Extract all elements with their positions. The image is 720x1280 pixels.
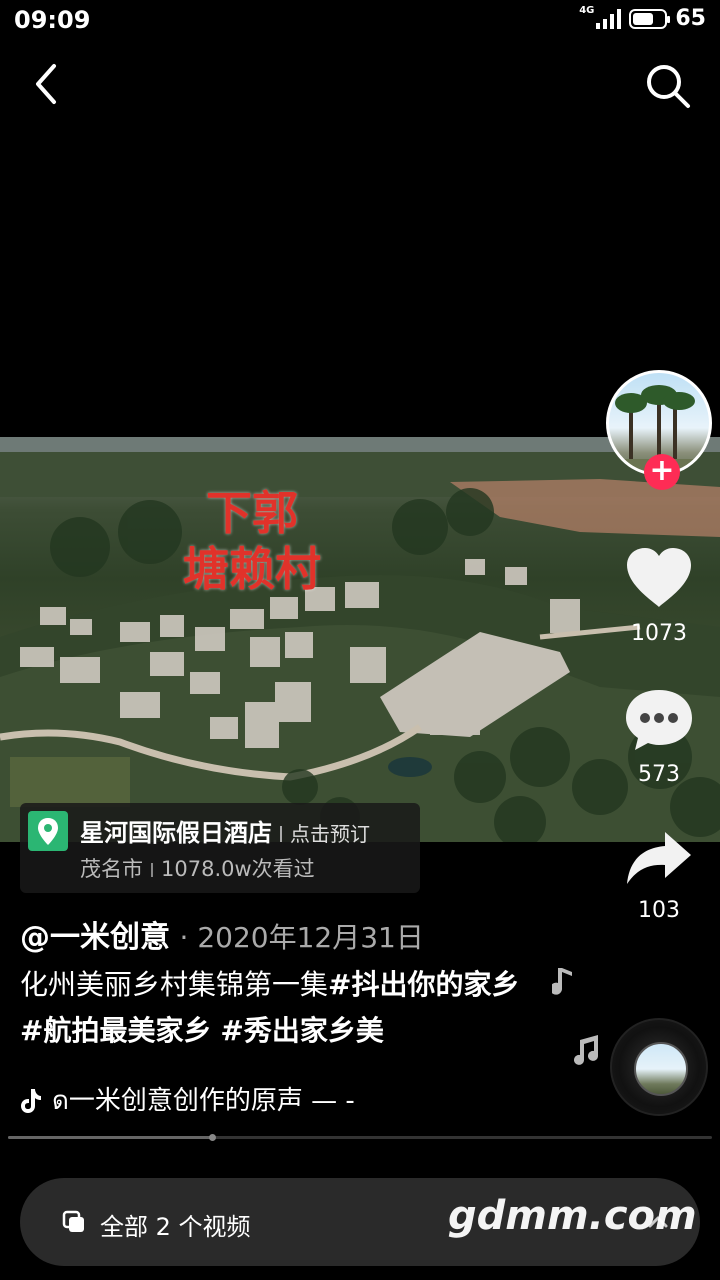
location-name: 星河国际假日酒店 — [80, 819, 272, 847]
collection-icon — [62, 1210, 84, 1232]
book-link[interactable]: 点击预订 — [290, 822, 370, 846]
author-name[interactable]: @一米创意 — [20, 920, 170, 955]
collection-label: 全部 2 个视频 — [100, 1213, 251, 1241]
status-time: 09:09 — [14, 6, 91, 34]
comment-icon — [626, 690, 692, 750]
overlay-title-line1: 下郭 — [206, 486, 298, 540]
heart-icon — [627, 548, 691, 607]
search-button[interactable] — [644, 62, 692, 110]
post-description: 化州美丽乡村集锦第一集#抖出你的家乡 #航拍最美家乡 #秀出家乡美 — [20, 962, 540, 1054]
comment-button[interactable]: 573 — [609, 686, 709, 787]
location-chip[interactable]: 星河国际假日酒店 点击预订 茂名市 1078.0w次看过 — [20, 803, 420, 893]
divider — [280, 826, 282, 842]
watermark: gdmm.com — [448, 1193, 697, 1239]
battery-icon — [629, 8, 671, 29]
overlay-title-line2: 塘赖村 — [183, 542, 321, 596]
signal-icon — [596, 8, 622, 29]
follow-button[interactable]: + — [644, 454, 680, 490]
music-disc[interactable] — [610, 1018, 708, 1116]
like-button[interactable]: 1073 — [609, 545, 709, 646]
description-text: 化州美丽乡村集锦第一集 — [20, 968, 329, 1001]
share-count: 103 — [638, 898, 680, 923]
share-button[interactable]: 103 — [609, 828, 709, 923]
back-button[interactable] — [24, 62, 68, 106]
hashtag-link[interactable]: #秀出家乡美 — [220, 1014, 383, 1047]
playback-progress[interactable] — [8, 1134, 712, 1141]
location-city: 茂名市 — [80, 857, 143, 881]
music-title: ด一米创意创作的原声 — - — [52, 1086, 355, 1116]
network-label: 4G — [579, 5, 595, 16]
search-icon — [647, 65, 690, 108]
battery-fill — [633, 12, 653, 25]
video-overlay-title: 下郭 塘赖村 — [172, 485, 332, 597]
tiktok-note-icon — [21, 1088, 41, 1113]
chevron-left-icon — [36, 64, 56, 104]
like-count: 1073 — [631, 621, 687, 646]
location-pin-icon — [28, 811, 68, 851]
progress-knob[interactable] — [209, 1134, 217, 1141]
status-bar: 09:09 4G 65 — [0, 0, 720, 40]
battery-level: 65 — [675, 6, 706, 31]
music-info[interactable]: ด一米创意创作的原声 — - — [20, 1080, 355, 1121]
post-date: · 2020年12月31日 — [179, 921, 424, 954]
divider — [151, 863, 153, 877]
hashtag-link[interactable]: #抖出你的家乡 — [328, 968, 519, 1001]
share-arrow-icon — [627, 832, 691, 884]
music-note-icon — [574, 1035, 598, 1065]
music-cover-image — [634, 1042, 688, 1096]
author-avatar-group: + — [606, 370, 712, 490]
author-line: @一米创意 · 2020年12月31日 — [20, 912, 424, 956]
music-note-icon — [552, 968, 572, 995]
hashtag-link[interactable]: #航拍最美家乡 — [20, 1014, 211, 1047]
status-icons: 4G 65 — [579, 5, 706, 31]
location-sub-row: 茂名市 1078.0w次看过 — [80, 853, 315, 883]
location-views: 1078.0w次看过 — [161, 857, 315, 881]
progress-fill — [8, 1136, 213, 1139]
comment-count: 573 — [638, 762, 680, 787]
location-name-row: 星河国际假日酒店 点击预订 — [80, 813, 370, 848]
